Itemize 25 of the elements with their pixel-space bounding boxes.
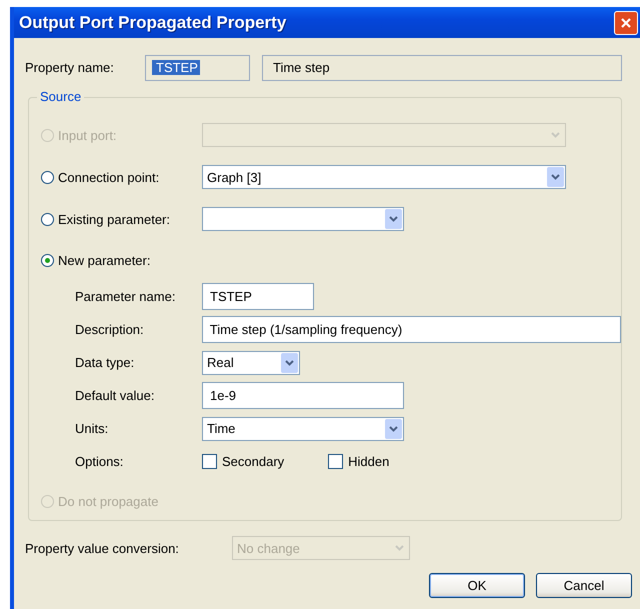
field-label: Description: [75, 322, 145, 337]
dropdown[interactable]: Graph [3] [202, 165, 566, 189]
field-label: Units: [75, 421, 110, 436]
dropdown[interactable]: Time [202, 416, 404, 440]
field-label: Data type: [75, 355, 136, 370]
field-label: Parameter name: [75, 289, 176, 304]
radio-button[interactable]: Existing parameter: [41, 212, 202, 226]
checkbox[interactable]: Hidden [328, 454, 390, 469]
radio-button[interactable]: New parameter: [41, 252, 202, 268]
dropdown[interactable]: Real [202, 350, 300, 374]
ok-button[interactable]: OK [429, 573, 525, 598]
input-field[interactable]: 1e-9 [202, 382, 404, 409]
group-title: Source [37, 89, 84, 104]
property-description-field[interactable]: Time step [262, 54, 622, 80]
field-label: Options: [75, 454, 124, 469]
field-label: Default value: [75, 388, 156, 403]
input-field[interactable]: TSTEP [202, 283, 314, 310]
cancel-button[interactable]: Cancel [536, 573, 632, 598]
checkbox[interactable]: Secondary [202, 454, 284, 469]
input-field[interactable]: Time step (1/sampling frequency) [202, 316, 621, 343]
radio-button[interactable]: Connection point: [41, 170, 202, 184]
field-label: Property value conversion: [25, 540, 180, 556]
window-title: Output Port Propagated Property [19, 12, 286, 32]
field-label: Property name: [25, 60, 115, 75]
property-name-field[interactable]: TSTEP [145, 54, 250, 80]
